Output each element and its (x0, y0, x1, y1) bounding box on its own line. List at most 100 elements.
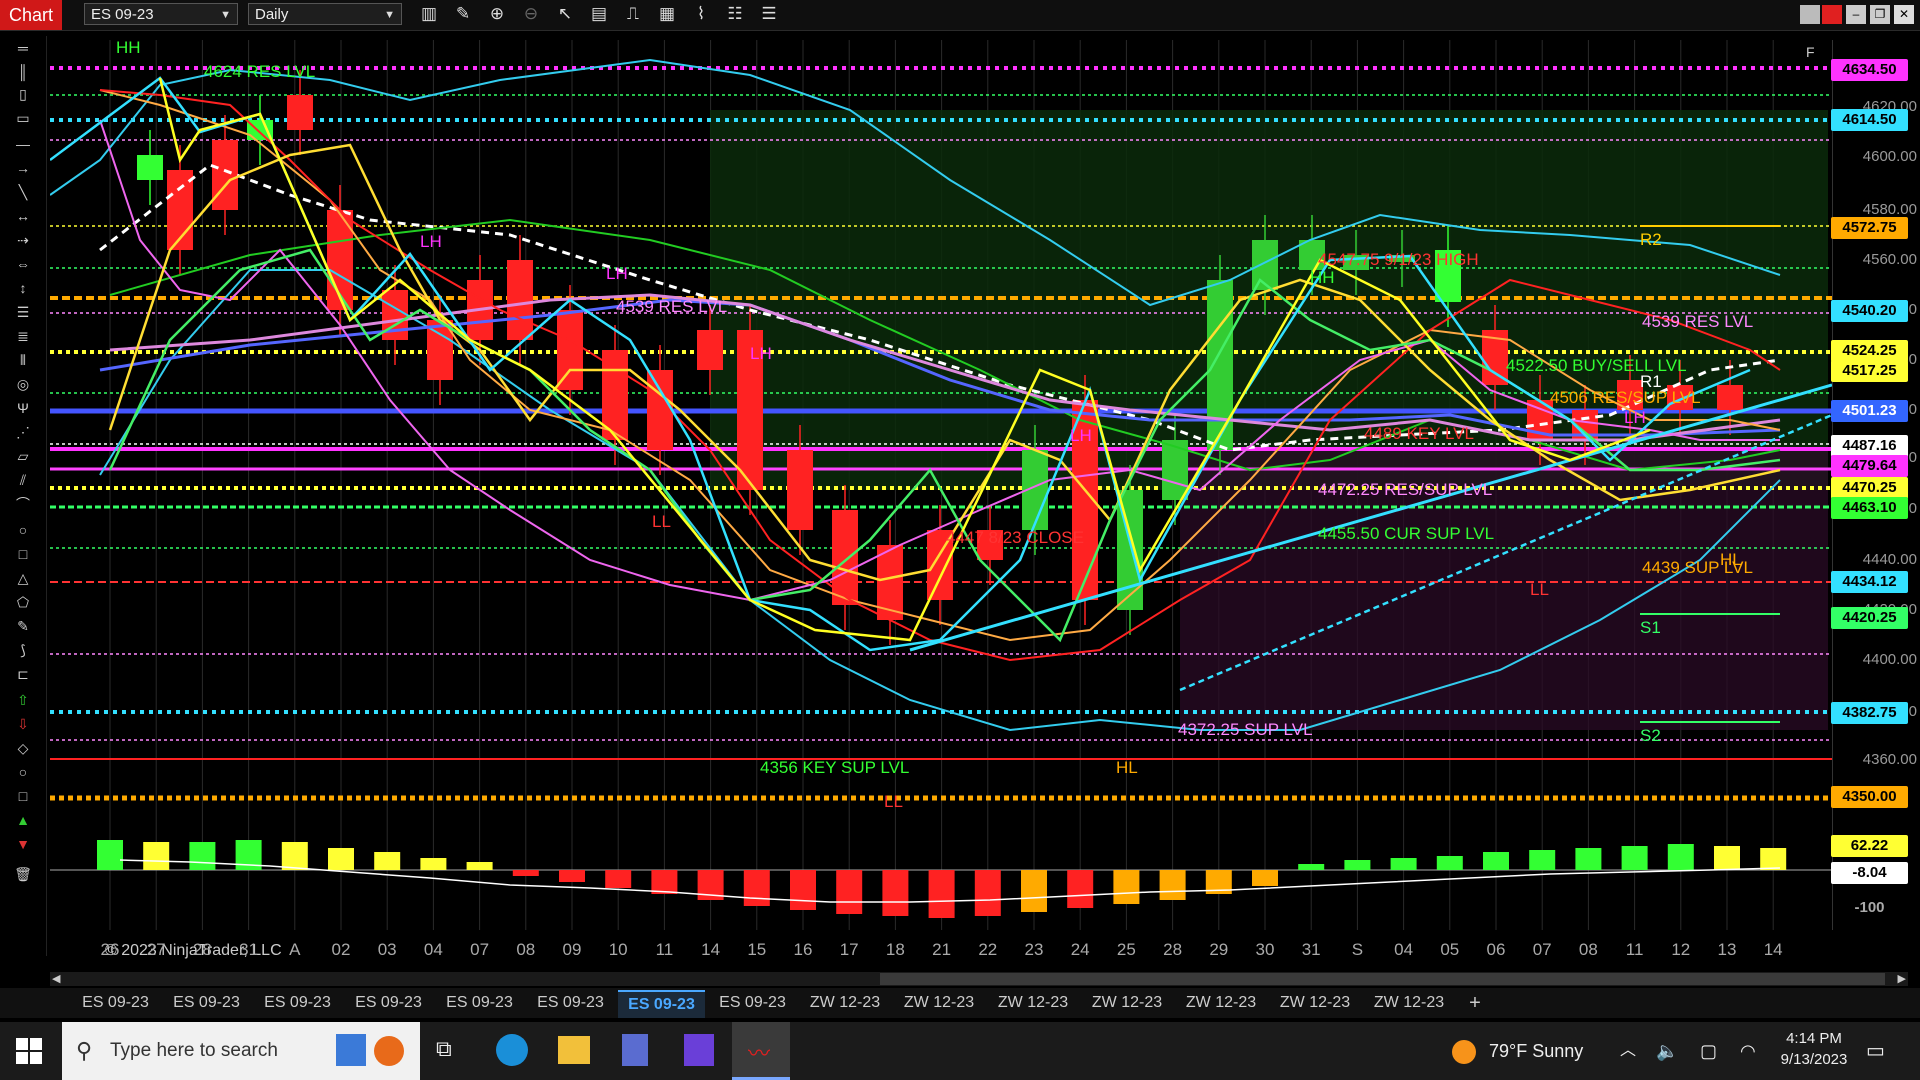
zoom-in-icon[interactable]: ⊕ (486, 3, 508, 25)
instrument-tab[interactable]: ES 09-23 (436, 990, 523, 1016)
app-tab-chart[interactable]: Chart (0, 0, 62, 30)
square-icon[interactable]: □ (12, 786, 34, 806)
vertical-line-icon[interactable]: ║ (12, 62, 34, 82)
bars-icon[interactable]: ▥ (418, 3, 440, 25)
fib-circle-icon[interactable]: ◎ (12, 374, 34, 394)
volume-icon[interactable]: 🔈 (1656, 1022, 1678, 1080)
instrument-tab[interactable]: ES 09-23 (345, 990, 432, 1016)
instrument-tab[interactable]: ES 09-23 (254, 990, 341, 1016)
rectangle-icon[interactable]: □ (12, 544, 34, 564)
vertical-arrow-icon[interactable]: ↕ (12, 278, 34, 298)
instrument-tab[interactable]: ES 09-23 (163, 990, 250, 1016)
minimize-icon[interactable]: – (1846, 5, 1866, 24)
instrument-tab[interactable]: ZW 12-23 (800, 990, 890, 1016)
diamond-icon[interactable]: ◇ (12, 738, 34, 758)
ellipse-icon[interactable]: ○ (12, 520, 34, 540)
properties-icon[interactable]: ☷ (724, 3, 746, 25)
path-icon[interactable]: ⟆ (12, 640, 34, 660)
fib-extension-icon[interactable]: ≣ (12, 326, 34, 346)
close-icon[interactable]: ✕ (1894, 5, 1914, 24)
annotation-hh: HH (116, 38, 141, 57)
price-chart-panel[interactable]: © 2023 NinjaTrader, LLC HH 4624 RES LVL … (49, 38, 1833, 959)
box-icon[interactable]: ▯ (12, 84, 34, 104)
arrow-down-icon[interactable]: ⇩ (12, 714, 34, 734)
notifications-icon[interactable]: ▭ (1866, 1022, 1885, 1080)
scroll-left-icon[interactable]: ◀ (52, 972, 60, 986)
chevron-up-icon[interactable]: ︿ (1620, 1022, 1636, 1080)
app-icon[interactable] (684, 1034, 714, 1066)
instrument-selector[interactable]: ES 09-23 ▼ (84, 3, 238, 25)
data-box-icon[interactable]: ▤ (588, 3, 610, 25)
gann-fan-icon[interactable]: ⋰ (12, 422, 34, 442)
andrews-pitchfork-icon[interactable]: Ψ (12, 398, 34, 418)
region-icon[interactable]: ⊏ (12, 664, 34, 684)
file-explorer-icon[interactable] (558, 1036, 590, 1064)
polygon-icon[interactable]: ⬠ (12, 592, 34, 612)
extended-line-icon[interactable]: ↔ (12, 206, 34, 226)
fib-time-icon[interactable]: ⦀ (12, 350, 34, 370)
instrument-tab[interactable]: ZW 12-23 (1176, 990, 1266, 1016)
instrument-tab[interactable]: ES 09-23 (72, 990, 159, 1016)
pointer-icon[interactable]: ↖ (554, 3, 576, 25)
annotation-sup-level: 4372.25 SUP LVL (1178, 720, 1313, 739)
date-tick-label: 18 (885, 940, 905, 959)
instrument-tab[interactable]: ZW 12-23 (1082, 990, 1172, 1016)
arc-icon[interactable]: ⌒ (12, 494, 34, 514)
annotation-res-sup: 4472.25 RES/SUP LVL (1318, 480, 1493, 499)
oscillator-bar (328, 848, 354, 870)
calculator-icon[interactable] (622, 1034, 648, 1066)
snap-icon[interactable] (1800, 5, 1820, 24)
date-tick-label: 21 (932, 940, 952, 959)
triangle-down-icon[interactable]: ▼ (12, 834, 34, 854)
triangle-icon[interactable]: △ (12, 568, 34, 588)
instrument-tab[interactable]: ZW 12-23 (988, 990, 1078, 1016)
arrow-up-icon[interactable]: ⇧ (12, 690, 34, 710)
chart-trader-icon[interactable]: ⌇ (690, 3, 712, 25)
clock[interactable]: 4:14 PM 9/13/2023 (1770, 1030, 1858, 1068)
windows-start-icon[interactable] (16, 1038, 42, 1064)
trend-channel-icon[interactable]: ⫽ (12, 470, 34, 490)
date-tick-label: 07 (470, 940, 490, 959)
strategy-icon[interactable]: ⎍ (622, 3, 644, 25)
scroll-thumb[interactable] (880, 973, 1885, 985)
instrument-tab[interactable]: ZW 12-23 (1364, 990, 1454, 1016)
line-icon[interactable]: ― (12, 134, 34, 154)
ninjatrader-taskbar-icon[interactable]: 〰 (732, 1022, 790, 1080)
wifi-icon[interactable]: ◠ (1740, 1022, 1756, 1080)
zoom-out-icon[interactable]: ⊖ (520, 3, 542, 25)
instrument-tab[interactable]: ZW 12-23 (894, 990, 984, 1016)
trend-line-icon[interactable]: ╲ (12, 182, 34, 202)
regression-channel-icon[interactable]: ▱ (12, 446, 34, 466)
range-icon[interactable]: ▭ (12, 108, 34, 128)
add-tab-button[interactable]: + (1460, 990, 1490, 1016)
chart-scrollbar[interactable]: ◀ ▶ (50, 972, 1908, 986)
pivot-r1-label: R1 (1640, 372, 1662, 391)
task-view-icon[interactable]: ⧉ (436, 1036, 452, 1062)
meet-now-icon[interactable]: ▢ (1700, 1022, 1717, 1080)
text-icon[interactable]: ✎ (12, 616, 34, 636)
triangle-up-icon[interactable]: ▲ (12, 810, 34, 830)
interval-selector[interactable]: Daily ▼ (248, 3, 402, 25)
instrument-tab[interactable]: ES 09-23 (618, 990, 705, 1018)
edge-browser-icon[interactable] (496, 1034, 528, 1066)
weather-widget[interactable]: 79°F Sunny (1452, 1022, 1583, 1080)
restore-icon[interactable]: ❐ (1870, 5, 1890, 24)
dot-icon[interactable]: ○ (12, 762, 34, 782)
indicators-icon[interactable]: ▦ (656, 3, 678, 25)
annotation-high: 4547.75 9/1/23 HIGH (1318, 250, 1479, 269)
instrument-tab[interactable]: ES 09-23 (709, 990, 796, 1016)
instrument-tab[interactable]: ZW 12-23 (1270, 990, 1360, 1016)
ray-icon[interactable]: → (12, 158, 34, 178)
list-icon[interactable]: ☰ (758, 3, 780, 25)
fib-retracement-icon[interactable]: ☰ (12, 302, 34, 322)
record-icon[interactable] (1822, 5, 1842, 24)
trash-icon[interactable]: 🗑 (12, 864, 34, 884)
arrow-line-icon[interactable]: ⇢ (12, 230, 34, 250)
scroll-right-icon[interactable]: ▶ (1898, 972, 1906, 986)
instrument-tab[interactable]: ES 09-23 (527, 990, 614, 1016)
pencil-icon[interactable]: ✎ (452, 3, 474, 25)
oscillator-bar (466, 862, 493, 870)
horizontal-line-icon[interactable]: ⇔ (12, 254, 34, 274)
ruler-icon[interactable]: ═ (12, 38, 34, 58)
taskbar-search-box[interactable]: ⚲ Type here to search (62, 1022, 420, 1080)
